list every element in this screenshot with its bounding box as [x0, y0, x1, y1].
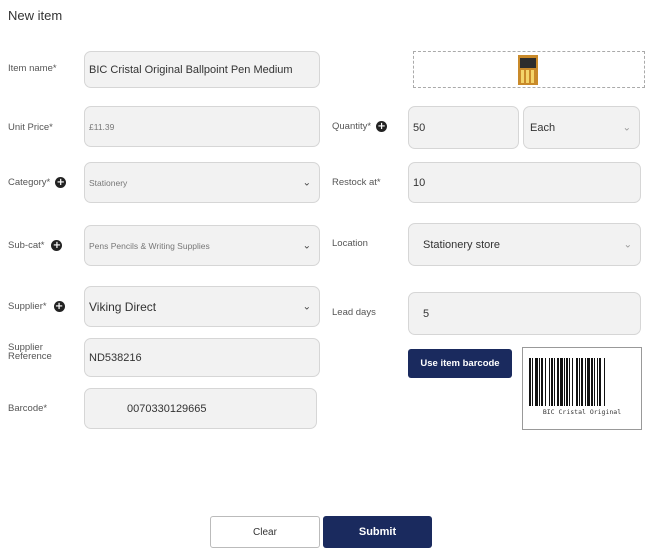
add-sub-cat-plus-circle-icon[interactable]: +: [51, 240, 63, 251]
quantity-unit-select[interactable]: Each ⌄: [523, 106, 640, 149]
supplier-reference-label: Supplier Reference: [8, 343, 52, 362]
chevron-down-icon: ⌄: [302, 240, 311, 251]
restock-label: Restock at*: [332, 177, 381, 188]
barcode-input[interactable]: 0070330129665: [84, 388, 317, 429]
category-label: Category* +: [8, 177, 67, 188]
use-item-barcode-button[interactable]: Use item barcode: [408, 349, 512, 378]
barcode-bar: [539, 358, 540, 406]
supplier-label: Supplier* +: [8, 301, 65, 312]
barcode-bar: [557, 358, 559, 406]
supplier-value: Viking Direct: [89, 299, 157, 314]
product-image-box[interactable]: [413, 51, 645, 88]
chevron-down-icon: ⌄: [302, 177, 311, 188]
barcode-bar: [587, 358, 590, 406]
barcode-bar: [541, 358, 543, 406]
barcode-bar: [591, 358, 593, 406]
quantity-label: Quantity* +: [332, 121, 388, 132]
clear-button[interactable]: Clear: [210, 516, 320, 548]
sub-cat-label: Sub-cat* +: [8, 240, 63, 251]
quantity-input[interactable]: 50: [408, 106, 519, 149]
restock-input[interactable]: 10: [408, 162, 641, 203]
barcode-bar: [576, 358, 578, 406]
supplier-reference-label-line2: Reference: [8, 351, 52, 362]
barcode-bar: [585, 358, 586, 406]
location-value: Stationery store: [423, 238, 501, 251]
lead-days-label: Lead days: [332, 307, 376, 318]
lead-days-input[interactable]: 5: [408, 292, 641, 335]
barcode-bar: [535, 358, 538, 406]
barcode-bar: [594, 358, 595, 406]
sub-cat-select[interactable]: Pens Pencils & Writing Supplies ⌄: [84, 225, 320, 266]
item-name-input[interactable]: BIC Cristal Original Ballpoint Pen Mediu…: [84, 51, 320, 88]
add-supplier-plus-circle-icon[interactable]: +: [53, 301, 65, 312]
lead-days-value: 5: [423, 307, 430, 320]
barcode-bar: [604, 358, 605, 406]
barcode-bar: [599, 358, 601, 406]
barcode-caption: BIC Cristal Original: [542, 408, 622, 416]
barcode-bar: [549, 358, 550, 406]
barcode-bar: [545, 358, 546, 406]
barcode-bar: [554, 358, 555, 406]
add-quantity-plus-circle-icon[interactable]: +: [376, 121, 388, 132]
barcode-bar: [566, 358, 568, 406]
chevron-down-icon: ⌄: [623, 239, 632, 250]
chevron-down-icon: ⌄: [302, 301, 311, 312]
quantity-unit-value: Each: [530, 121, 556, 134]
supplier-select[interactable]: Viking Direct ⌄: [84, 286, 320, 327]
barcode-bar: [532, 358, 533, 406]
category-select[interactable]: Stationery ⌄: [84, 162, 320, 203]
chevron-down-icon: ⌄: [622, 122, 631, 133]
item-name-label: Item name*: [8, 63, 57, 74]
unit-price-input[interactable]: £11.39: [84, 106, 320, 147]
location-label: Location: [332, 238, 368, 249]
barcode-preview: BIC Cristal Original: [522, 347, 642, 430]
unit-price-label: Unit Price*: [8, 122, 53, 133]
barcode-bar: [529, 358, 531, 406]
barcode-value: 0070330129665: [127, 402, 207, 415]
item-name-value: BIC Cristal Original Ballpoint Pen Mediu…: [89, 63, 293, 76]
restock-value: 10: [413, 176, 426, 189]
page-title: New item: [8, 8, 63, 23]
add-category-plus-circle-icon[interactable]: +: [55, 177, 67, 188]
barcode-bar: [564, 358, 565, 406]
barcode-bar: [581, 358, 583, 406]
supplier-reference-value: ND538216: [89, 351, 142, 364]
barcode-bar: [579, 358, 580, 406]
supplier-reference-input[interactable]: ND538216: [84, 338, 320, 377]
barcode-bar: [572, 358, 573, 406]
quantity-value: 50: [413, 121, 426, 134]
location-select[interactable]: Stationery store ⌄: [408, 223, 641, 266]
product-image: [518, 55, 538, 85]
submit-button[interactable]: Submit: [323, 516, 432, 548]
barcode-bar: [560, 358, 563, 406]
unit-price-value: £11.39: [89, 121, 115, 132]
barcode-bar: [569, 358, 570, 406]
barcode-bar: [597, 358, 598, 406]
category-value: Stationery: [89, 177, 128, 188]
barcode-bar: [551, 358, 553, 406]
barcode-label: Barcode*: [8, 403, 48, 414]
barcode-image: [529, 358, 605, 406]
sub-cat-value: Pens Pencils & Writing Supplies: [89, 240, 210, 251]
